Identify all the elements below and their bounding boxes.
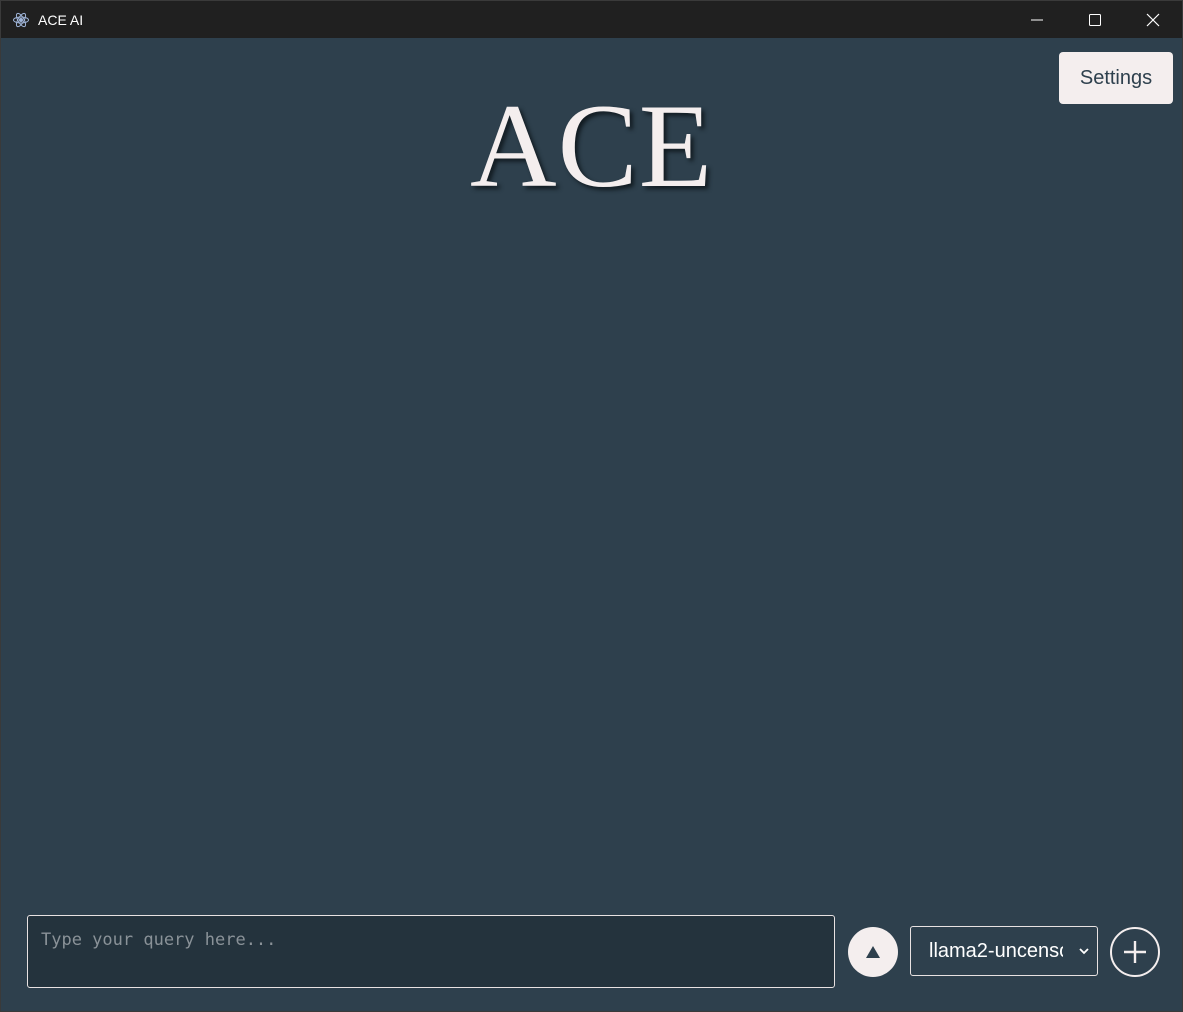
query-input-placeholder: Type your query here...: [41, 930, 277, 950]
maximize-icon: [1089, 13, 1101, 26]
minimize-button[interactable]: [1008, 1, 1066, 38]
title-bar[interactable]: ACE AI: [1, 1, 1182, 38]
query-input[interactable]: Type your query here...: [27, 915, 835, 988]
triangle-up-icon: [866, 946, 880, 958]
maximize-button[interactable]: [1066, 1, 1124, 38]
close-icon: [1146, 13, 1160, 26]
app-window: ACE AI Settings ACE Type your query here…: [0, 0, 1183, 1012]
main-content: Settings ACE Type your query here... lla…: [1, 38, 1182, 1011]
model-select[interactable]: llama2-uncensored: [910, 926, 1098, 976]
window-title: ACE AI: [38, 12, 84, 28]
app-logo-icon: [13, 12, 29, 28]
send-button[interactable]: [848, 927, 898, 977]
model-select-value: llama2-uncensored: [929, 939, 1063, 962]
plus-icon: [1124, 941, 1146, 963]
new-chat-button[interactable]: [1110, 927, 1160, 977]
close-button[interactable]: [1124, 1, 1182, 38]
minimize-icon: [1031, 19, 1043, 20]
app-logo-title: ACE: [470, 79, 713, 212]
chevron-down-icon: [1079, 948, 1089, 955]
